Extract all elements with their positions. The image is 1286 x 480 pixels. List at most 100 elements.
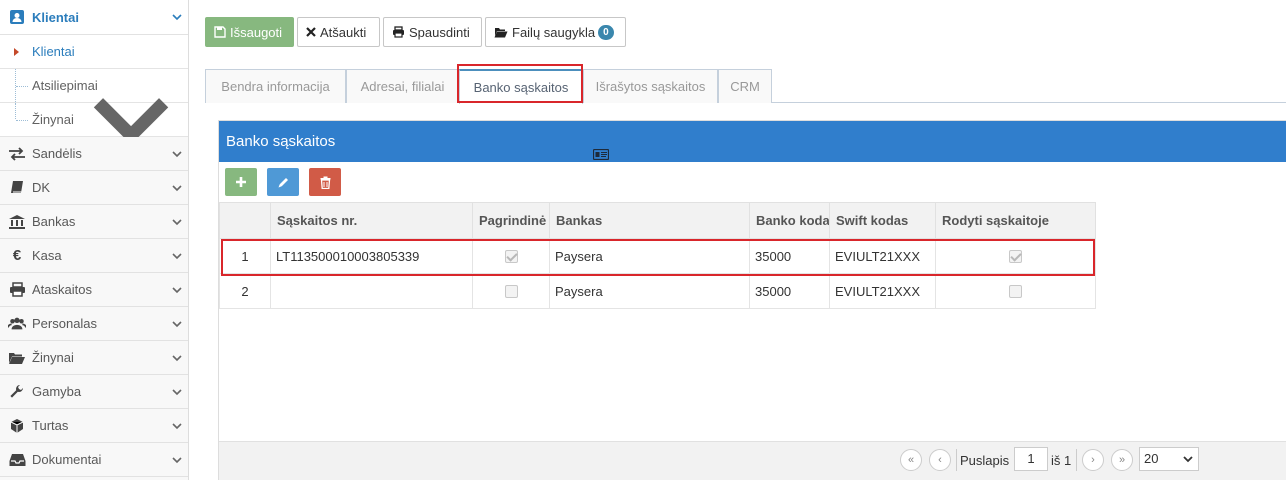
inbox-icon — [8, 451, 26, 469]
cell-swift[interactable]: EVIULT21XXX — [829, 238, 936, 274]
sidebar-item-gamyba[interactable]: Gamyba — [0, 375, 188, 409]
sidebar-item-personalas[interactable]: Personalas — [0, 307, 188, 341]
page-input[interactable]: 1 — [1014, 447, 1048, 471]
pencil-icon — [278, 177, 288, 187]
user-card-icon — [8, 8, 26, 26]
id-card-icon — [593, 149, 609, 160]
chevron-down-icon — [172, 253, 182, 260]
delete-row-button[interactable] — [309, 168, 341, 196]
column-header-swift[interactable]: Swift kodas — [829, 202, 936, 239]
sidebar-item-dk[interactable]: DK — [0, 171, 188, 205]
caret-right-icon — [14, 48, 19, 56]
tab-crm[interactable]: CRM — [718, 69, 772, 103]
next-page-icon[interactable]: › — [1082, 449, 1104, 471]
chevron-down-icon — [172, 14, 182, 21]
page-label: Puslapis — [960, 453, 1010, 468]
cube-icon — [8, 417, 26, 435]
sidebar-item-label: DK — [32, 180, 51, 195]
row-index: 1 — [219, 238, 271, 274]
print-button[interactable]: Spausdinti — [383, 17, 482, 47]
tab-bar: Bendra informacija Adresai, filialai Ban… — [205, 69, 1286, 104]
primary-checkbox[interactable] — [504, 249, 518, 263]
close-icon — [306, 27, 316, 37]
sidebar-subitem-zinynai[interactable]: Žinynai — [0, 98, 188, 146]
edit-row-button[interactable] — [267, 168, 299, 196]
book-icon — [8, 179, 26, 197]
add-row-button[interactable] — [225, 168, 257, 196]
prev-page-icon[interactable]: ‹ — [929, 449, 951, 471]
chevron-down-icon — [172, 185, 182, 192]
primary-checkbox[interactable] — [504, 284, 518, 298]
column-header-bank-code[interactable]: Banko kodas — [749, 202, 830, 239]
sidebar-subitem-label: Klientai — [32, 44, 75, 59]
plus-icon — [236, 177, 246, 187]
cell-bank[interactable]: Paysera — [549, 238, 750, 274]
wrench-icon — [8, 383, 26, 401]
column-header-account-number[interactable]: Sąskaitos nr. — [270, 202, 473, 239]
page-size-select[interactable]: 20 — [1139, 447, 1199, 471]
cell-account-number[interactable]: LT113500010003805339 — [270, 238, 473, 274]
table-row[interactable]: 1 LT113500010003805339 Paysera 35000 EVI… — [219, 238, 1096, 274]
cell-show-on-invoice — [935, 238, 1096, 274]
show-on-invoice-checkbox[interactable] — [1009, 249, 1022, 263]
last-page-icon[interactable]: » — [1111, 449, 1133, 471]
sidebar-item-sandelis[interactable]: Sandėlis — [0, 137, 188, 171]
tab-addresses[interactable]: Adresai, filialai — [346, 69, 459, 103]
sidebar-item-turtas[interactable]: Turtas — [0, 409, 188, 443]
column-header-bank[interactable]: Bankas — [549, 202, 750, 239]
folder-open-icon — [8, 349, 26, 367]
pager: « ‹ Puslapis 1 iš 1 › » 20 — [219, 441, 1286, 480]
column-header-primary[interactable]: Pagrindinė — [472, 202, 550, 239]
sidebar-item-label: Kasa — [32, 248, 62, 263]
sidebar-item-label: Sandėlis — [32, 146, 82, 161]
save-button[interactable]: Išsaugoti — [205, 17, 294, 47]
bank-accounts-panel: Banko sąskaitos Sąskaitos nr. Pagrindinė… — [218, 120, 1286, 480]
cell-bank[interactable]: Paysera — [549, 273, 750, 309]
column-header-index — [219, 202, 271, 239]
table-row[interactable]: 2 Paysera 35000 EVIULT21XXX — [219, 273, 1096, 309]
trash-icon — [320, 176, 330, 189]
chevron-down-icon — [172, 389, 182, 396]
tab-issued-invoices[interactable]: Išrašytos sąskaitos — [583, 69, 718, 103]
tab-general-info[interactable]: Bendra informacija — [205, 69, 346, 103]
sidebar-item-dokumentai[interactable]: Dokumentai — [0, 443, 188, 477]
cell-swift[interactable]: EVIULT21XXX — [829, 273, 936, 309]
chevron-down-icon — [172, 151, 182, 158]
sidebar-item-label: Žinynai — [32, 350, 74, 365]
sidebar-section-label: Klientai — [32, 9, 79, 25]
sidebar-item-ataskaitos[interactable]: Ataskaitos — [0, 273, 188, 307]
show-on-invoice-checkbox[interactable] — [1009, 284, 1022, 298]
panel-title: Banko sąskaitos — [226, 133, 336, 150]
chevron-down-icon — [172, 355, 182, 362]
chevron-down-icon — [172, 219, 182, 226]
sidebar-item-zinynai[interactable]: Žinynai — [0, 341, 188, 375]
sidebar-item-label: Gamyba — [32, 384, 82, 399]
sidebar-item-label: Ataskaitos — [32, 282, 92, 297]
first-page-icon[interactable]: « — [900, 449, 922, 471]
sidebar-section-klientai[interactable]: Klientai — [0, 0, 188, 35]
page-count-label: iš 1 — [1051, 453, 1072, 468]
sidebar-item-kasa[interactable]: € Kasa — [0, 239, 188, 273]
bank-accounts-table: Sąskaitos nr. Pagrindinė Bankas Banko ko… — [219, 202, 1096, 309]
row-index: 2 — [219, 273, 271, 309]
file-count-badge: 0 — [598, 24, 614, 40]
file-storage-button[interactable]: Failų saugykla 0 — [485, 17, 626, 47]
panel-header: Banko sąskaitos — [219, 121, 1286, 162]
sidebar-item-bankas[interactable]: Bankas — [0, 205, 188, 239]
cell-bank-code[interactable]: 35000 — [749, 238, 830, 274]
exchange-icon — [8, 145, 26, 163]
sidebar-item-label: Personalas — [32, 316, 98, 331]
printer-icon — [8, 281, 26, 299]
cell-account-number[interactable] — [270, 273, 473, 309]
cell-bank-code[interactable]: 35000 — [749, 273, 830, 309]
cancel-button[interactable]: Atšaukti — [297, 17, 380, 47]
users-icon — [8, 315, 26, 333]
chevron-down-icon — [172, 423, 182, 430]
folder-open-icon — [494, 27, 508, 37]
floppy-icon — [214, 26, 226, 38]
euro-icon: € — [12, 247, 22, 264]
column-header-show-on-invoice[interactable]: Rodyti sąskaitoje — [935, 202, 1096, 239]
chevron-down-icon — [172, 287, 182, 294]
tab-bank-accounts[interactable]: Banko sąskaitos — [459, 69, 583, 104]
chevron-down-icon — [1183, 456, 1193, 463]
